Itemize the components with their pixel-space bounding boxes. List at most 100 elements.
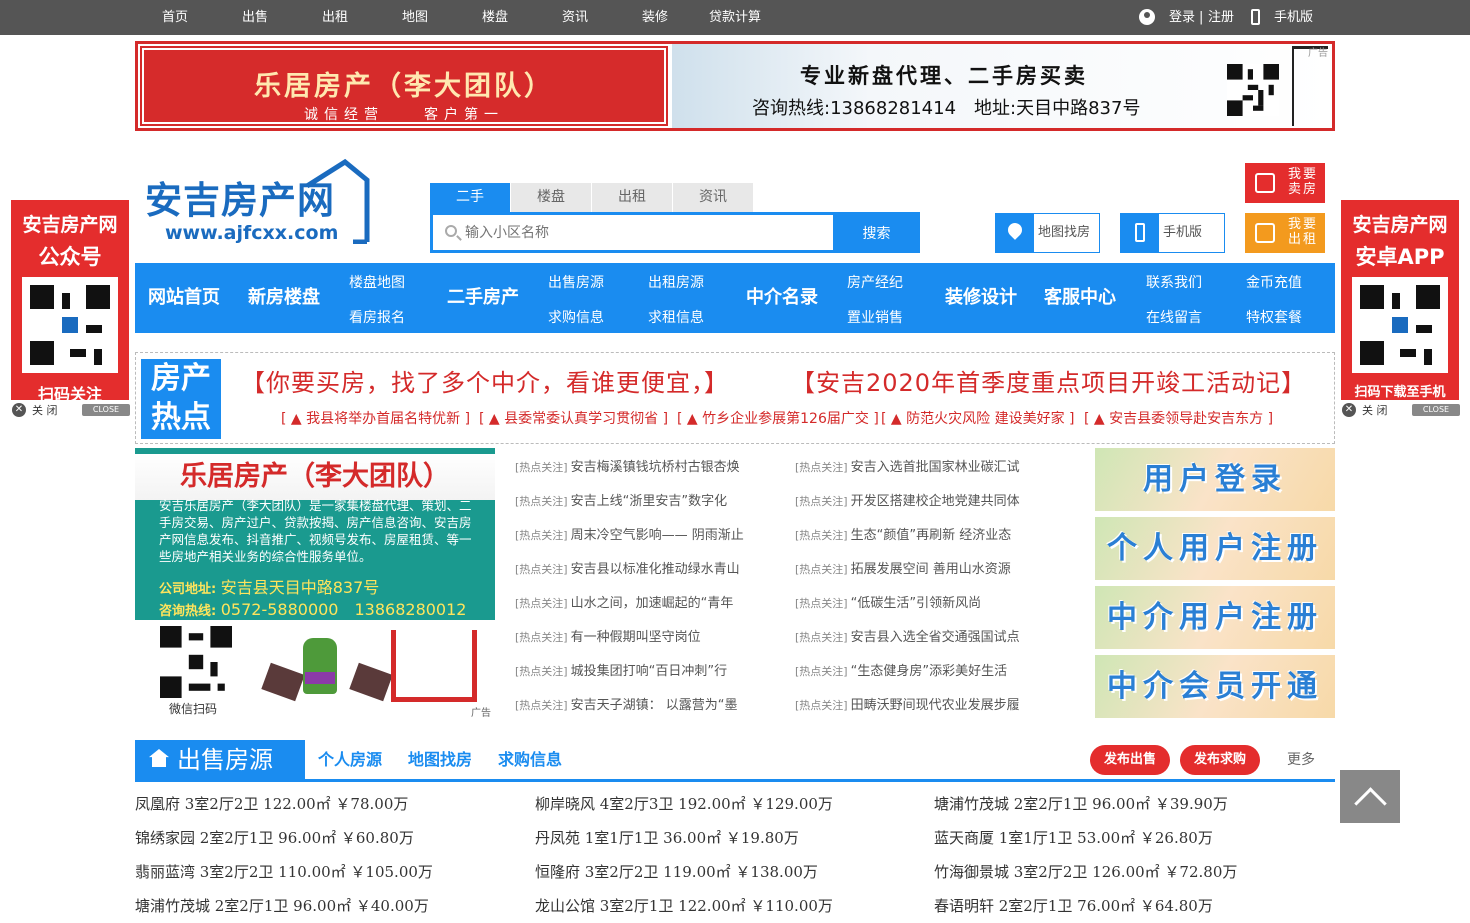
news-item[interactable]: [热点关注] 安吉上线“浙里安吉”数字化 [515, 490, 775, 524]
topnav-decor[interactable]: 装修 [615, 0, 695, 35]
hot-headline-1[interactable]: 【你要买房，找了多个中介，看谁更便宜，】 [241, 363, 729, 398]
listing[interactable]: 塘浦竹茂城 2室2厅1卫 96.00㎡ ￥39.90万 [934, 790, 1334, 824]
more-link[interactable]: 更多 [1287, 740, 1315, 780]
company-ad[interactable]: 乐居房产（李大团队） 安吉乐居房产（李大团队）是一家集楼盘代理、策划、二手房交易… [135, 448, 495, 719]
ad-tag: 广告 [471, 708, 491, 719]
register-link[interactable]: 注册 [1208, 0, 1234, 35]
user-login-box[interactable]: 用户登录 [1095, 448, 1335, 511]
hot-small-text: ▲ 竹乡企业参展第126届广交 [686, 411, 869, 427]
nav-agents[interactable]: 中介名录 [746, 263, 818, 333]
tab-chuzu[interactable]: 出租 [592, 183, 672, 212]
hot-small-3[interactable]: [ ▲ 竹乡企业参展第126届广交 ] [677, 408, 879, 428]
mobile-button[interactable]: 手机版 [1120, 213, 1225, 253]
nav-decor[interactable]: 装修设计 [945, 263, 1017, 333]
nav-chuzu[interactable]: 出租房源 [648, 272, 704, 292]
right-float-ad[interactable]: 安吉房产网 安卓APP 扫码下载至手机 [1341, 200, 1459, 400]
nav-ershou[interactable]: 二手房产 [447, 263, 519, 333]
agent-member-box[interactable]: 中介会员开通 [1095, 655, 1335, 718]
nav-vip[interactable]: 特权套餐 [1246, 307, 1302, 327]
nav-service[interactable]: 客服中心 [1044, 263, 1116, 333]
left-float-ad[interactable]: 安吉房产网 公众号 扫码关注 [11, 200, 129, 404]
hot-small-5[interactable]: [ ▲ 安吉县委领导赴安吉东方 ] [1084, 408, 1273, 428]
news-item[interactable]: [热点关注] 山水之间，加速崛起的“青年 [515, 592, 775, 626]
news-item[interactable]: [热点关注] 开发区搭建校企地党建共同体 [795, 490, 1055, 524]
listing[interactable]: 凤凰府 3室2厅2卫 122.00㎡ ￥78.00万 [135, 790, 535, 824]
listing[interactable]: 柳岸晓风 4室2厅3卫 192.00㎡ ￥129.00万 [535, 790, 935, 824]
news-item[interactable]: [热点关注] 城投集团打响“百日冲刺”行 [515, 660, 775, 694]
publish-sell-button[interactable]: 发布出售 [1090, 745, 1170, 775]
link-map[interactable]: 地图找房 [408, 740, 472, 780]
news-item[interactable]: [热点关注] 安吉入选首批国家林业碳汇试 [795, 456, 1055, 490]
listing[interactable]: 春语明轩 2室2厅1卫 76.00㎡ ￥64.80万 [934, 892, 1334, 923]
nav-newhouse[interactable]: 新房楼盘 [248, 263, 320, 333]
nav-jingji[interactable]: 房产经纪 [847, 272, 903, 292]
agent-register-box[interactable]: 中介用户注册 [1095, 586, 1335, 649]
hot-small-4[interactable]: [ ▲ 防范火灾风险 建设美好家 ] [881, 408, 1075, 428]
news-item[interactable]: [热点关注] 安吉天子湖镇： 以露营为“墨 [515, 694, 775, 728]
agent-member-label: 中介会员开通 [1107, 669, 1323, 704]
link-personal[interactable]: 个人房源 [318, 740, 382, 780]
topnav-sale[interactable]: 出售 [215, 0, 295, 35]
topnav-loan[interactable]: 贷款计算 [695, 0, 775, 35]
banner-right-title: 专业新盘代理、二手房买卖 [800, 64, 1088, 88]
back-to-top-button[interactable] [1340, 770, 1400, 823]
topnav-home[interactable]: 首页 [135, 0, 215, 35]
map-search-button[interactable]: 地图找房 [995, 213, 1100, 253]
news-item[interactable]: [热点关注] 有一种假期叫坚守岗位 [515, 626, 775, 660]
topnav-map[interactable]: 地图 [375, 0, 455, 35]
hot-small-1[interactable]: [ ▲ 我县将举办首届名特优新 ] [281, 408, 470, 428]
nav-message[interactable]: 在线留言 [1146, 307, 1202, 327]
news-item[interactable]: [热点关注] 安吉县以标准化推动绿水青山 [515, 558, 775, 592]
news-title: 安吉上线“浙里安吉”数字化 [570, 494, 728, 509]
news-item[interactable]: [热点关注] 安吉梅溪镇钱坑桥村古银杏焕 [515, 456, 775, 490]
nav-qiugou[interactable]: 求购信息 [548, 307, 604, 327]
listing[interactable]: 龙山公馆 3室2厅1卫 122.00㎡ ￥110.00万 [535, 892, 935, 923]
topnav-news[interactable]: 资讯 [535, 0, 615, 35]
news-item[interactable]: [热点关注] 拓展发展空间 善用山水资源 [795, 558, 1055, 592]
nav-qiuzu[interactable]: 求租信息 [648, 307, 704, 327]
news-item[interactable]: [热点关注] 生态“颜值”再刷新 经济业态 [795, 524, 1055, 558]
ad-tag: 广告 [1308, 48, 1328, 59]
news-item[interactable]: [热点关注] 田畴沃野间现代农业发展步履 [795, 694, 1055, 728]
topnav-loupan[interactable]: 楼盘 [455, 0, 535, 35]
rent-out-button[interactable]: 我要出租 [1245, 213, 1325, 253]
listing[interactable]: 塘浦竹茂城 2室2厅1卫 96.00㎡ ￥40.00万 [135, 892, 535, 923]
news-item[interactable]: [热点关注] 安吉县入选全省交通强国试点 [795, 626, 1055, 660]
left-ad-close[interactable]: ✕ 关 闭 CLOSE [12, 402, 130, 418]
listing[interactable]: 蓝天商厦 1室1厅1卫 53.00㎡ ￥26.80万 [934, 824, 1334, 858]
news-tag: [热点关注] [795, 631, 848, 644]
search-button[interactable]: 搜索 [833, 215, 920, 253]
tab-loupan[interactable]: 楼盘 [511, 183, 591, 212]
nav-home[interactable]: 网站首页 [148, 263, 220, 333]
nav-contact[interactable]: 联系我们 [1146, 272, 1202, 292]
tab-zixun[interactable]: 资讯 [673, 183, 753, 212]
listing[interactable]: 竹海御景城 3室2厅2卫 126.00㎡ ￥72.80万 [934, 858, 1334, 892]
listing[interactable]: 恒隆府 3室2厅2卫 119.00㎡ ￥138.00万 [535, 858, 935, 892]
listing[interactable]: 翡丽蓝湾 3室2厅2卫 110.00㎡ ￥105.00万 [135, 858, 535, 892]
top-banner-ad[interactable]: 乐居房产（李大团队） 诚信经营 客户第一 专业新盘代理、二手房买卖 咨询热线:1… [135, 41, 1335, 131]
hot-small-2[interactable]: [ ▲ 县委常委认真学习贯彻省 ] [479, 408, 668, 428]
publish-buy-button[interactable]: 发布求购 [1180, 745, 1260, 775]
login-link[interactable]: 登录 [1169, 0, 1195, 35]
nav-zhiye[interactable]: 置业销售 [847, 307, 903, 327]
nav-chushou[interactable]: 出售房源 [548, 272, 604, 292]
listing[interactable]: 锦绣家园 2室2厅1卫 96.00㎡ ￥60.80万 [135, 824, 535, 858]
news-item[interactable]: [热点关注] 周末冷空气影响—— 阴雨渐止 [515, 524, 775, 558]
news-item[interactable]: [热点关注] “低碳生活”引领新风尚 [795, 592, 1055, 626]
link-qiugou[interactable]: 求购信息 [498, 740, 562, 780]
personal-register-box[interactable]: 个人用户注册 [1095, 517, 1335, 580]
nav-loupan-map[interactable]: 楼盘地图 [349, 272, 405, 292]
nav-kanfang[interactable]: 看房报名 [349, 307, 405, 327]
site-logo[interactable]: 安吉房产网 www.ajfcxx.com [145, 158, 370, 244]
search-input[interactable] [465, 215, 835, 250]
right-ad-close[interactable]: ✕ 关 闭 CLOSE [1342, 402, 1460, 418]
tab-ershou[interactable]: 二手 [430, 183, 510, 212]
topnav-rent[interactable]: 出租 [295, 0, 375, 35]
hot-headline-2[interactable]: 【安吉2020年首季度重点项目开竣工活动记】 [791, 363, 1306, 398]
nav-coins[interactable]: 金币充值 [1246, 272, 1302, 292]
listing[interactable]: 丹凤苑 1室1厅1卫 36.00㎡ ￥19.80万 [535, 824, 935, 858]
mobile-link[interactable]: 手机版 [1274, 0, 1313, 35]
news-item[interactable]: [热点关注] “生态健身房”添彩美好生活 [795, 660, 1055, 694]
bracket: ] [464, 411, 471, 427]
sell-house-button[interactable]: 我要卖房 [1245, 163, 1325, 203]
